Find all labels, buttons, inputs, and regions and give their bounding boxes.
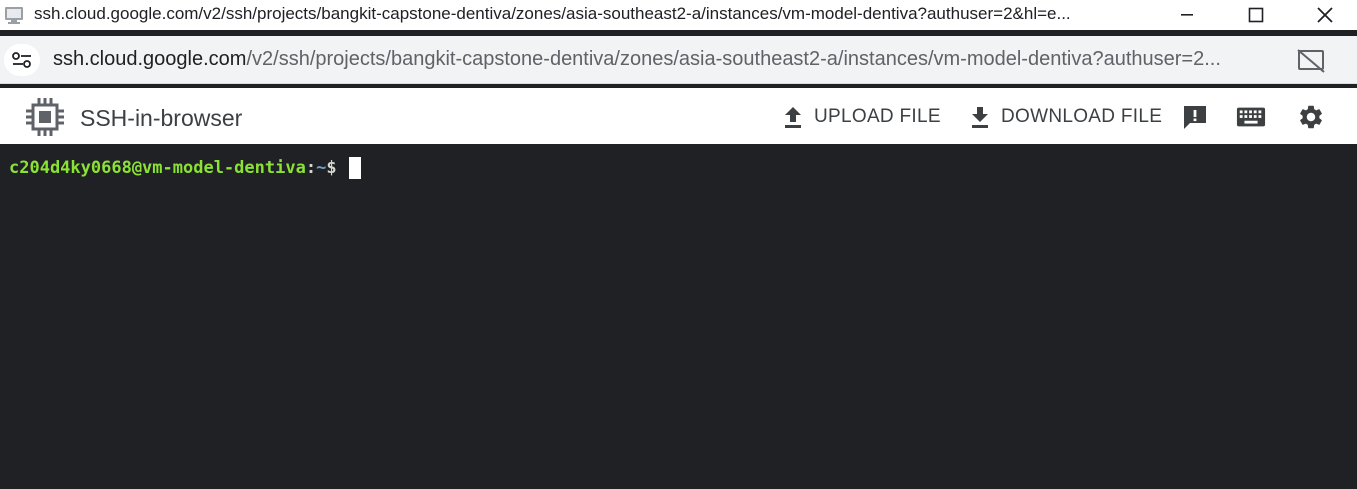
window-titlebar: ssh.cloud.google.com/v2/ssh/projects/ban…: [0, 0, 1357, 30]
url-host: ssh.cloud.google.com: [53, 48, 247, 70]
maximize-button[interactable]: [1233, 0, 1279, 30]
upload-file-button[interactable]: UPLOAD FILE: [782, 102, 941, 132]
prompt-path: ~: [316, 158, 327, 178]
download-icon: [972, 107, 988, 128]
url-path: /v2/ssh/projects/bangkit-capstone-dentiv…: [246, 48, 1221, 70]
chip-logo-icon: [24, 96, 66, 138]
terminal-area[interactable]: c204d4ky0668@vm-model-dentiva: ~ $: [0, 144, 1357, 489]
feedback-button[interactable]: [1180, 102, 1210, 132]
settings-button[interactable]: [1296, 102, 1326, 132]
tune-icon: [12, 52, 31, 68]
ssh-app-icon: [4, 5, 26, 25]
address-bar: ssh.cloud.google.com/v2/ssh/projects/ban…: [0, 36, 1357, 84]
keyboard-button[interactable]: [1236, 102, 1266, 132]
prompt-user-host: c204d4ky0668@vm-model-dentiva: [9, 158, 306, 178]
download-file-label: DOWNLOAD FILE: [1001, 106, 1163, 127]
download-file-button[interactable]: DOWNLOAD FILE: [969, 102, 1162, 132]
upload-file-label: UPLOAD FILE: [814, 106, 941, 127]
site-info-button[interactable]: [4, 44, 40, 76]
minimize-button[interactable]: [1164, 0, 1210, 30]
ssh-toolbar: SSH-in-browser UPLOAD FILE DOWNLOAD FILE: [0, 88, 1357, 144]
prompt-line: c204d4ky0668@vm-model-dentiva: ~ $: [9, 157, 361, 179]
cast-off-icon[interactable]: [1296, 48, 1326, 74]
terminal-cursor: [348, 157, 361, 179]
window-title: ssh.cloud.google.com/v2/ssh/projects/ban…: [34, 4, 1071, 23]
url-field[interactable]: ssh.cloud.google.com/v2/ssh/projects/ban…: [53, 48, 1289, 71]
prompt-separator: :: [305, 158, 317, 178]
close-icon: [1317, 7, 1333, 23]
maximize-icon: [1248, 7, 1264, 23]
gear-icon: [1300, 105, 1322, 129]
app-title: SSH-in-browser: [80, 105, 243, 131]
keyboard-icon: [1236, 107, 1266, 127]
close-button[interactable]: [1302, 0, 1348, 30]
feedback-icon: [1184, 106, 1206, 129]
minimize-icon: [1181, 14, 1193, 16]
upload-icon: [785, 107, 801, 128]
prompt-symbol: $: [326, 158, 337, 178]
